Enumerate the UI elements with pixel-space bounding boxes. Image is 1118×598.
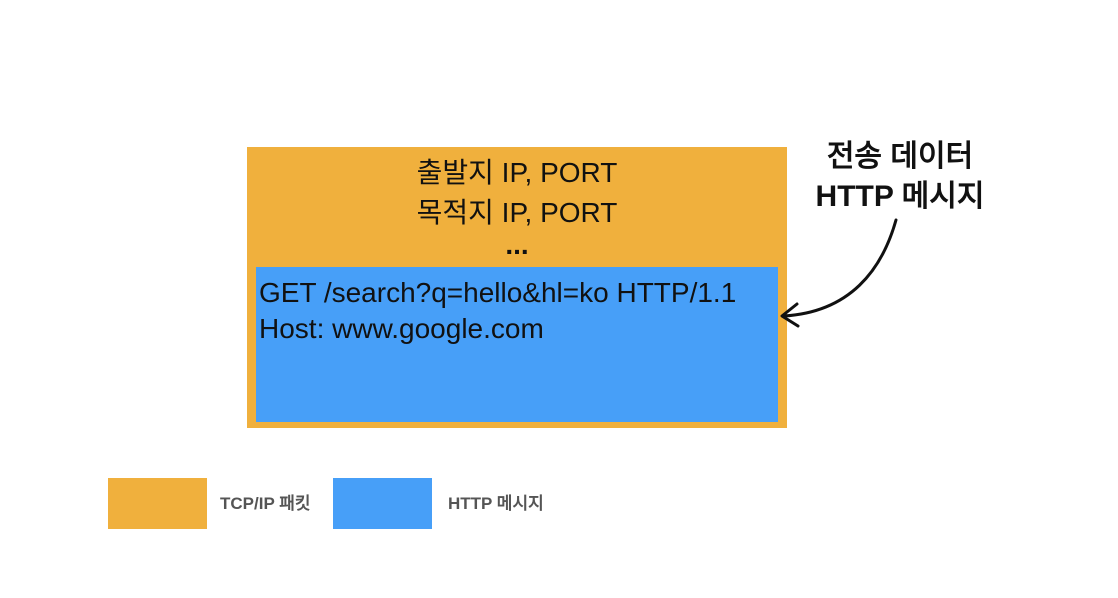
- annotation-line-1: 전송 데이터: [826, 140, 974, 173]
- curved-arrow-icon: [780, 218, 898, 328]
- annotation-label: 전송 데이터 HTTP 메시지: [795, 137, 1005, 217]
- http-message-text: GET /search?q=hello&hl=ko HTTP/1.1 Host:…: [259, 275, 736, 347]
- source-ip-port-label: 출발지 IP, PORT: [416, 157, 618, 188]
- legend-swatch-http-message: [333, 478, 432, 529]
- legend-label-tcp-ip-packet: TCP/IP 패킷: [220, 494, 311, 513]
- destination-ip-port-label: 목적지 IP, PORT: [416, 197, 618, 228]
- legend-label-http-message: HTTP 메시지: [448, 494, 544, 513]
- tcp-ip-packet-diagram: 출발지 IP, PORT 목적지 IP, PORT ... GET /searc…: [0, 0, 1118, 598]
- tcp-ip-packet-box: 출발지 IP, PORT 목적지 IP, PORT ... GET /searc…: [247, 147, 787, 428]
- http-request-line: GET /search?q=hello&hl=ko HTTP/1.1: [259, 277, 737, 308]
- http-host-header: Host: www.google.com: [259, 313, 544, 344]
- header-ellipsis: ...: [505, 229, 529, 260]
- legend-swatch-tcp-ip-packet: [108, 478, 207, 529]
- packet-header: 출발지 IP, PORT 목적지 IP, PORT ...: [247, 153, 787, 260]
- http-message-box: GET /search?q=hello&hl=ko HTTP/1.1 Host:…: [256, 267, 778, 422]
